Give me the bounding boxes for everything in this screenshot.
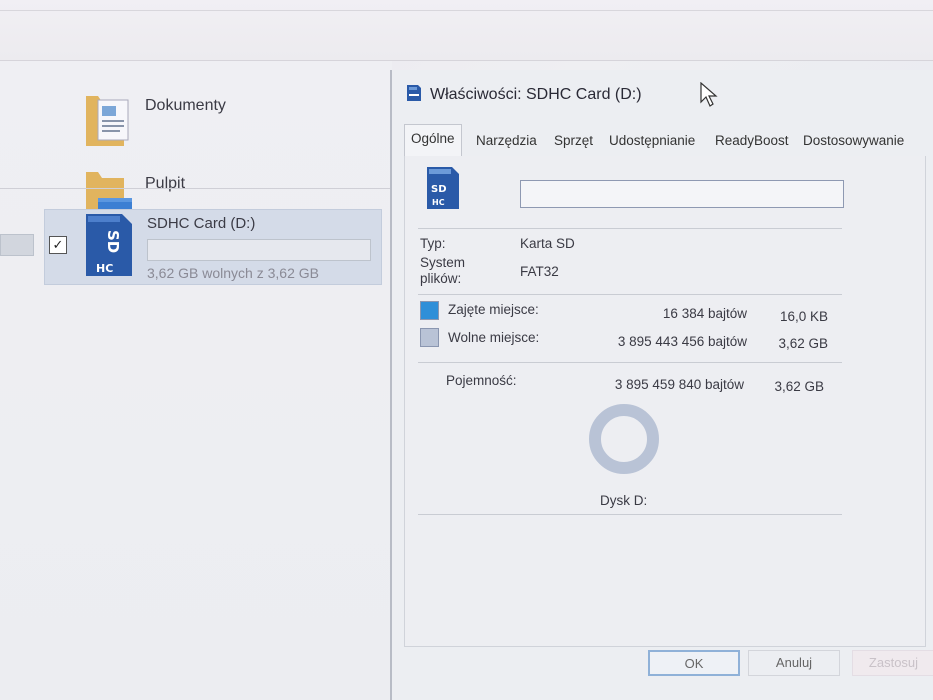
type-value: Karta SD <box>520 236 575 251</box>
svg-text:SD: SD <box>431 184 447 195</box>
svg-text:HC: HC <box>96 262 113 275</box>
general-tab-panel <box>404 156 926 647</box>
tab-dostosowywanie[interactable]: Dostosowywanie <box>803 130 904 156</box>
drive-usage-bar <box>147 239 371 261</box>
divider <box>418 228 842 229</box>
explorer-toolbar-strip <box>0 0 933 61</box>
free-space-swatch <box>420 328 439 347</box>
sdhc-card-icon: SD HC <box>427 167 459 209</box>
used-space-size: 16,0 KB <box>779 309 828 324</box>
documents-folder-icon <box>86 96 129 146</box>
capacity-bytes: 3 895 459 840 bajtów <box>614 377 744 392</box>
disk-usage-donut <box>589 404 659 474</box>
tab-bar: Ogólne Narzędzia Sprzęt Udostępnianie Re… <box>404 122 924 157</box>
drive-free-space: 3,62 GB wolnych z 3,62 GB <box>147 265 319 281</box>
scroll-stub <box>0 234 34 256</box>
donut-free-ring <box>589 404 659 474</box>
explorer-content-pane <box>0 61 392 700</box>
mouse-cursor-icon <box>700 82 718 107</box>
volume-label-input[interactable] <box>520 180 844 208</box>
divider <box>418 294 842 295</box>
used-space-label: Zajęte miejsce: <box>448 302 539 317</box>
type-label: Typ: <box>420 236 446 251</box>
properties-dialog: Właściwości: SDHC Card (D:) Ogólne Narzę… <box>390 70 933 700</box>
svg-text:HC: HC <box>432 198 445 207</box>
sdhc-card-icon: SD HC <box>86 214 132 276</box>
divider <box>418 514 842 515</box>
capacity-size: 3,62 GB <box>774 379 824 394</box>
folder-label-dokumenty: Dokumenty <box>145 97 226 114</box>
used-space-swatch <box>420 301 439 320</box>
divider <box>418 362 842 363</box>
sdhc-card-icon <box>407 85 421 101</box>
dialog-title: Właściwości: SDHC Card (D:) <box>430 86 642 103</box>
capacity-label: Pojemność: <box>446 373 517 388</box>
cancel-button[interactable]: Anuluj <box>748 650 840 676</box>
ok-button[interactable]: OK <box>648 650 740 676</box>
tab-readyboost[interactable]: ReadyBoost <box>715 130 789 156</box>
drive-name: SDHC Card (D:) <box>147 215 256 232</box>
svg-text:SD: SD <box>104 230 122 253</box>
filesystem-label-line2: plików: <box>420 271 462 286</box>
tab-narzedzia[interactable]: Narzędzia <box>476 130 537 156</box>
folder-label-pulpit: Pulpit <box>145 175 186 192</box>
toolbar-divider <box>0 10 933 11</box>
free-space-size: 3,62 GB <box>778 336 828 351</box>
section-divider <box>0 188 392 189</box>
tab-ogolne[interactable]: Ogólne <box>404 124 462 157</box>
disk-label: Dysk D: <box>600 493 648 508</box>
filesystem-label: System plików: <box>420 255 465 287</box>
tab-udostepnianie[interactable]: Udostępnianie <box>609 130 695 156</box>
folder-item-dokumenty[interactable] <box>84 92 134 153</box>
free-space-label: Wolne miejsce: <box>448 330 540 345</box>
drive-checkbox[interactable]: ✓ <box>49 236 67 254</box>
used-space-bytes: 16 384 bajtów <box>662 306 747 321</box>
free-space-bytes: 3 895 443 456 bajtów <box>617 334 747 349</box>
filesystem-value: FAT32 <box>520 264 559 279</box>
tab-sprzet[interactable]: Sprzęt <box>554 130 593 156</box>
filesystem-label-line1: System <box>420 255 466 270</box>
apply-button[interactable]: Zastosuj <box>852 650 933 676</box>
